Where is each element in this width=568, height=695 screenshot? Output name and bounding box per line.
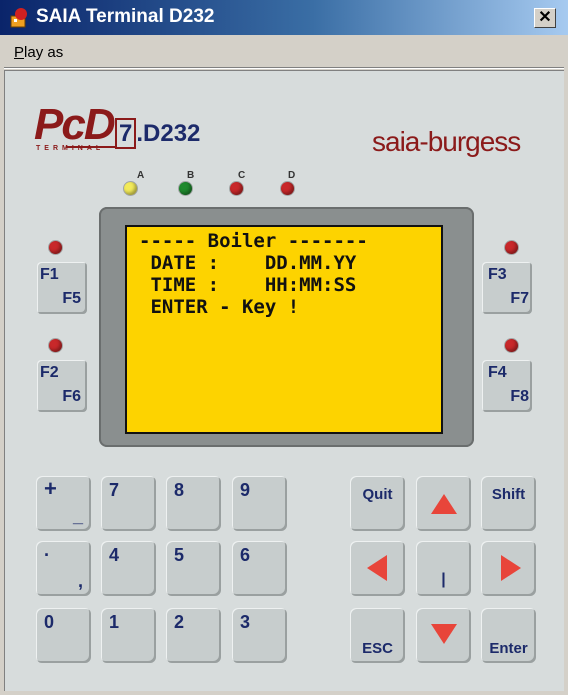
led-a [124, 182, 137, 195]
shift-button[interactable]: Shift [481, 476, 536, 531]
model-label: 7 .D232 [115, 118, 200, 149]
lcd-line-3: TIME : HH:MM:SS [139, 274, 357, 296]
f1-led [49, 241, 62, 254]
app-icon [10, 8, 27, 28]
enter-button[interactable]: Enter [481, 608, 536, 663]
key-3[interactable]: 3 [232, 608, 287, 663]
led-label-d: D [288, 170, 296, 181]
key-2[interactable]: 2 [166, 608, 221, 663]
f2-led [49, 339, 62, 352]
key-0[interactable]: 0 [36, 608, 91, 663]
f3-key[interactable]: F3 F7 [482, 262, 532, 314]
plus-minus-key[interactable]: + _ [36, 476, 91, 531]
led-label-c: C [238, 170, 246, 181]
close-button[interactable]: ✕ [534, 8, 556, 28]
led-c [230, 182, 243, 195]
lcd-line-4: ENTER - Key ! [139, 296, 300, 318]
led-b [179, 182, 192, 195]
key-9[interactable]: 9 [232, 476, 287, 531]
esc-button[interactable]: ESC [350, 608, 405, 663]
menu-play-as[interactable]: Play as [14, 44, 63, 61]
led-d [281, 182, 294, 195]
lcd-line-2: DATE : DD.MM.YY [139, 252, 357, 274]
right-arrow-icon [501, 555, 521, 581]
key-6[interactable]: 6 [232, 541, 287, 596]
f3-led [505, 241, 518, 254]
key-7[interactable]: 7 [101, 476, 156, 531]
lcd-line-1: ----- Boiler ------- [139, 230, 368, 252]
up-arrow-icon [431, 494, 457, 514]
up-arrow-button[interactable] [416, 476, 471, 531]
key-5[interactable]: 5 [166, 541, 221, 596]
key-8[interactable]: 8 [166, 476, 221, 531]
dot-comma-key[interactable]: ·, [36, 541, 91, 596]
pcd-logo: PcD [34, 100, 116, 149]
led-label-a: A [137, 170, 145, 181]
lcd-display: ----- Boiler ------- DATE : DD.MM.YY TIM… [125, 225, 443, 434]
window-title: SAIA Terminal D232 [36, 6, 215, 27]
menu-bar: Play as [0, 35, 568, 68]
key-4[interactable]: 4 [101, 541, 156, 596]
f2-key[interactable]: F2 F6 [37, 360, 87, 412]
menu-separator [4, 67, 564, 69]
left-arrow-button[interactable] [350, 541, 405, 596]
f4-key[interactable]: F4 F8 [482, 360, 532, 412]
key-1[interactable]: 1 [101, 608, 156, 663]
f4-led [505, 339, 518, 352]
title-bar: SAIA Terminal D232 ✕ [0, 0, 568, 35]
right-arrow-button[interactable] [481, 541, 536, 596]
quit-button[interactable]: Quit [350, 476, 405, 531]
left-arrow-icon [367, 555, 387, 581]
maker-logo: saia-burgess [372, 126, 521, 157]
down-arrow-button[interactable] [416, 608, 471, 663]
down-arrow-icon [431, 624, 457, 644]
led-label-b: B [187, 170, 195, 181]
center-key[interactable]: | [416, 541, 471, 596]
logo-terminal-text: TERMINAL [36, 145, 105, 152]
f1-key[interactable]: F1 F5 [37, 262, 87, 314]
